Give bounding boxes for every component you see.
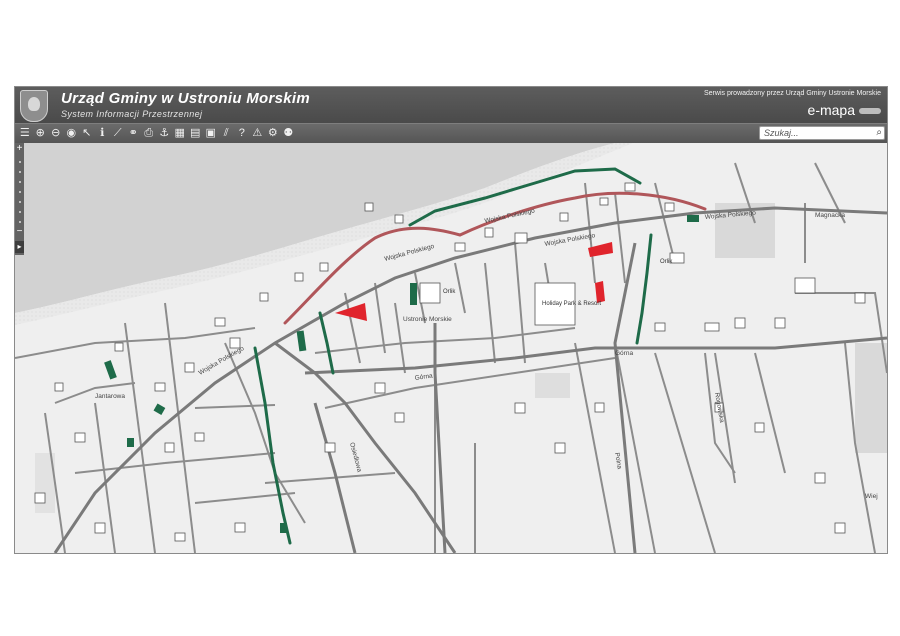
layers-icon[interactable]: ☰	[17, 125, 33, 142]
search-icon[interactable]: ⌕	[876, 127, 882, 139]
zoom-level-tick[interactable]	[18, 211, 21, 213]
zoom-out-icon[interactable]: ⊖	[48, 125, 64, 142]
app-title: Urząd Gminy w Ustroniu Morskim	[61, 90, 311, 107]
warning-icon[interactable]: ⚠	[250, 125, 266, 142]
expand-panel-button[interactable]: ▸	[15, 241, 24, 253]
zoom-level-tick[interactable]	[18, 201, 21, 203]
map-canvas[interactable]: Wojska Polskiego Wojska Polskiego Wojska…	[15, 143, 887, 553]
shaded-area	[535, 373, 570, 398]
users-icon[interactable]: ⚉	[281, 125, 297, 142]
table-icon[interactable]: ▣	[203, 125, 219, 142]
tool-list: ☰ ⊕ ⊖ ◉ ↖ ℹ ⟋ ⚭ ⎙ ⚓ ▦ ▤ ▣ ⫽? ⚠ ⚙ ⚉	[17, 125, 296, 142]
anchor-icon[interactable]: ⚓	[157, 125, 173, 142]
search-box: ⌕	[759, 126, 885, 140]
info-icon[interactable]: ℹ	[95, 125, 111, 142]
brand-badge	[859, 108, 881, 114]
zoom-in-button[interactable]: +	[15, 144, 24, 154]
poi-label: Holiday Park & Resort	[542, 301, 601, 307]
zoom-in-icon[interactable]: ⊕	[33, 125, 49, 142]
poi-label: Orlik	[443, 289, 456, 295]
settings-icon[interactable]: ⚙	[265, 125, 281, 142]
zoom-slider[interactable]: + −	[15, 143, 24, 255]
layout-icon[interactable]: ▤	[188, 125, 204, 142]
zoom-level-tick[interactable]	[18, 221, 21, 223]
street-label: Wiej	[865, 493, 878, 500]
toolbar: ☰⊕⊖◉↖ℹ⟋⚭⎙⚓▦▤▣⫽?⚠⚙⚉ ⌕	[15, 123, 887, 144]
grid-icon[interactable]: ▦	[172, 125, 188, 142]
link-icon[interactable]: ⚭	[126, 125, 142, 142]
street-label: Górna	[615, 350, 633, 357]
hatch-icon[interactable]: ⫽	[219, 125, 235, 142]
shaded-area	[855, 343, 887, 453]
full-extent-icon[interactable]: ◉	[64, 125, 80, 142]
print-icon[interactable]: ⎙	[141, 125, 157, 142]
pointer-icon[interactable]: ↖	[79, 125, 95, 142]
street-label: Ustronie Morskie	[403, 316, 452, 323]
zoom-level-tick[interactable]	[18, 181, 21, 183]
search-input[interactable]	[760, 127, 868, 139]
help-icon[interactable]: ?	[234, 125, 250, 142]
zoom-out-button[interactable]: −	[15, 227, 24, 237]
app-subtitle: System Informacji Przestrzennej	[61, 109, 203, 119]
measure-line-icon[interactable]: ⟋	[110, 125, 126, 142]
coat-of-arms-icon	[20, 90, 48, 122]
map-window: Urząd Gminy w Ustroniu Morskim System In…	[14, 86, 888, 554]
app-header: Urząd Gminy w Ustroniu Morskim System In…	[15, 87, 887, 123]
street-label: Jantarowa	[95, 393, 125, 400]
zoom-level-tick[interactable]	[18, 191, 21, 193]
zoom-level-tick[interactable]	[18, 171, 21, 173]
zoom-level-tick[interactable]	[18, 161, 21, 163]
service-note: Serwis prowadzony przez Urząd Gminy Ustr…	[704, 90, 881, 97]
street-label: Magnacka	[815, 212, 845, 219]
brand-logo: e-mapa	[807, 102, 855, 118]
poi-label: Orlik	[660, 259, 673, 265]
